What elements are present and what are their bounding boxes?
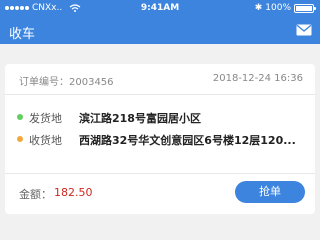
- mail-icon[interactable]: [296, 24, 312, 36]
- origin-label: 发货地: [29, 112, 62, 125]
- divider: [5, 94, 315, 95]
- order-card[interactable]: 订单编号：2003456 2018-12-24 16:36 发货地 滨江路218…: [5, 64, 315, 214]
- status-bar: CNXx.. 9:41AM ✱ 100%: [0, 0, 320, 18]
- order-datetime: 2018-12-24 16:36: [212, 73, 303, 84]
- destination-address: 西湖路32号华文创意园区6号楼12层120...: [79, 134, 296, 147]
- origin-row: 发货地 滨江路218号富园居小区: [5, 109, 315, 129]
- destination-label: 收货地: [29, 134, 62, 147]
- bluetooth-icon: ✱: [254, 3, 263, 13]
- grab-order-button[interactable]: 抢单: [235, 181, 305, 203]
- order-info-row: 订单编号：2003456 2018-12-24 16:36: [5, 64, 315, 94]
- origin-dot-icon: [17, 114, 23, 120]
- order-footer: 金额： 182.50 抢单: [5, 174, 315, 214]
- battery-level: [296, 5, 312, 11]
- battery-icon: [294, 3, 316, 13]
- status-right: ✱ 100%: [254, 3, 316, 13]
- destination-dot-icon: [17, 136, 23, 142]
- battery-percent: 100%: [265, 3, 291, 13]
- order-number: 订单编号：2003456: [19, 77, 114, 88]
- destination-row: 收货地 西湖路32号华文创意园区6号楼12层120...: [5, 131, 315, 151]
- origin-address: 滨江路218号富园居小区: [79, 112, 201, 125]
- amount-label: 金额：: [19, 188, 52, 201]
- app-header: CNXx.. 9:41AM ✱ 100% 收车: [0, 0, 320, 44]
- amount-value: 182.50: [54, 186, 93, 199]
- page-title: 收车: [9, 27, 36, 42]
